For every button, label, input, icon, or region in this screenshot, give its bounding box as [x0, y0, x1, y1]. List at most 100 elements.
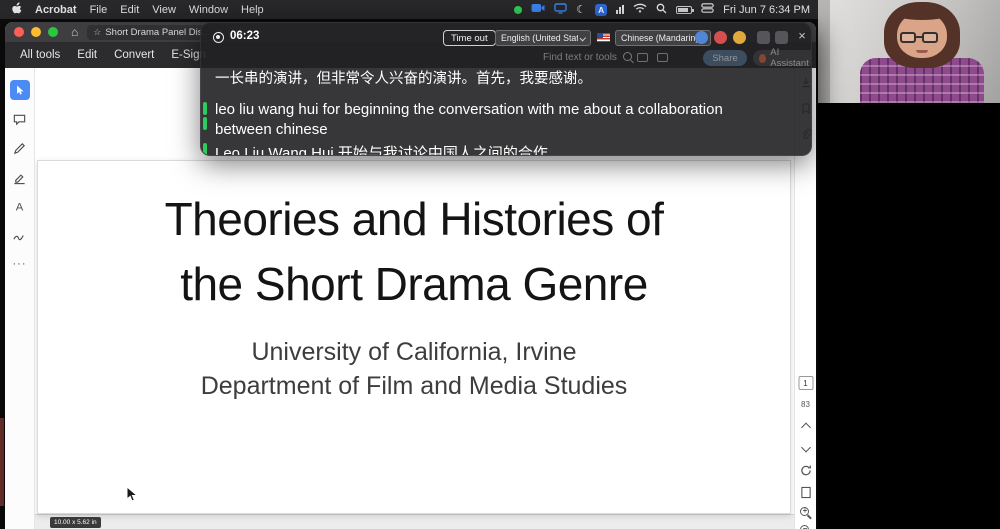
search-icon [623, 52, 634, 63]
language-flag-icon [597, 33, 610, 42]
participant-hair-fringe [893, 6, 951, 20]
wallpaper-edge [0, 418, 4, 506]
comment-icon [12, 112, 27, 127]
fit-page-icon [800, 486, 811, 499]
signature-icon [12, 228, 27, 243]
target-language-value: Chinese (Mandarin) [621, 33, 698, 43]
timer-icon [213, 32, 224, 43]
zoom-in-icon: + [799, 506, 813, 520]
caption-line-english: leo liu wang hui for beginning the conve… [215, 100, 777, 140]
document-tab-title: Short Drama Panel Dis... [105, 27, 210, 38]
menu-edit[interactable]: Edit [120, 4, 139, 16]
all-tools-button[interactable]: All tools [20, 49, 60, 61]
previous-page-button[interactable] [802, 424, 809, 431]
blue-circle-button[interactable] [695, 31, 708, 44]
home-icon[interactable]: ⌂ [71, 25, 78, 39]
star-icon[interactable]: ☆ [93, 27, 101, 38]
canvas-background [35, 514, 794, 529]
glasses-icon [922, 32, 938, 43]
menu-file[interactable]: File [90, 4, 108, 16]
slide-subtitle-line1: University of California, Irvine [38, 335, 790, 369]
glasses-icon [900, 32, 916, 43]
input-source-icon[interactable]: A [595, 4, 607, 16]
ellipsis-icon: ··· [13, 258, 27, 270]
zoom-out-button[interactable]: − [799, 524, 813, 529]
control-center-icon[interactable] [701, 3, 714, 16]
speaking-indicator-bar [203, 143, 207, 156]
comment-tool-button[interactable] [10, 109, 30, 129]
translation-overlay[interactable]: 06:23 Time out English (United Stat Chin… [200, 22, 812, 156]
stats-icon[interactable] [616, 5, 624, 14]
share-button[interactable]: Share [703, 50, 747, 66]
sign-tool-button[interactable] [10, 225, 30, 245]
draw-tool-button[interactable] [10, 138, 30, 158]
pencil-icon [12, 141, 27, 156]
close-window-button[interactable] [14, 27, 24, 37]
current-page-input[interactable] [798, 376, 813, 390]
time-out-button[interactable]: Time out [443, 30, 496, 46]
settings-button[interactable] [775, 31, 788, 44]
search-placeholder: Find text or tools [543, 52, 617, 63]
overlay-close-button[interactable]: × [794, 28, 810, 43]
mouse-cursor [126, 486, 140, 508]
more-tools-button[interactable]: ··· [10, 254, 30, 274]
pointer-icon [13, 84, 26, 97]
convert-button[interactable]: Convert [114, 49, 154, 61]
focus-moon-icon[interactable]: ☾ [576, 3, 586, 16]
highlighter-icon [12, 170, 27, 185]
zoom-out-icon: − [799, 524, 813, 529]
speaking-indicator-bar [203, 117, 207, 130]
source-language-dropdown[interactable]: English (United Stat [495, 30, 591, 46]
caption-line-chinese-2: Leo Liu Wang Hui 开始与我讨论中国人之间的合作 [215, 142, 548, 156]
zoom-screen-share-view: Acrobat File Edit View Window Help ☾ A [0, 0, 1000, 529]
camera-icon[interactable] [531, 3, 545, 16]
ai-assistant-button[interactable]: AI Assistant [753, 50, 812, 66]
refresh-icon [799, 464, 812, 477]
text-icon: A [12, 199, 27, 214]
menu-help[interactable]: Help [241, 4, 264, 16]
red-circle-button[interactable] [714, 31, 727, 44]
yellow-circle-button[interactable] [733, 31, 746, 44]
menu-view[interactable]: View [152, 4, 176, 16]
macos-menu-bar: Acrobat File Edit View Window Help ☾ A [0, 0, 818, 19]
add-text-tool-button[interactable]: A [10, 196, 30, 216]
rotate-page-button[interactable] [799, 464, 812, 477]
share-label: Share [712, 53, 737, 64]
edit-button[interactable]: Edit [77, 49, 97, 61]
total-pages-label: 83 [801, 400, 810, 409]
menu-window[interactable]: Window [189, 4, 228, 16]
battery-icon[interactable] [676, 6, 692, 14]
display-icon[interactable] [554, 3, 567, 17]
video-shadow [818, 0, 830, 103]
ai-assistant-label: AI Assistant [770, 47, 810, 69]
active-app-name[interactable]: Acrobat [35, 4, 77, 16]
zoom-window-button[interactable] [48, 27, 58, 37]
pdf-page[interactable]: Theories and Histories of the Short Dram… [37, 160, 791, 514]
ai-assistant-icon [759, 54, 766, 63]
keyboard-button[interactable] [757, 31, 770, 44]
toolbar-behind-overlay: Find text or tools Share AI Assistant [201, 50, 811, 68]
menu-bar-clock[interactable]: Fri Jun 7 6:34 PM [723, 4, 810, 16]
zoom-in-button[interactable]: + [799, 506, 813, 520]
select-tool-button[interactable] [10, 80, 30, 100]
session-timer: 06:23 [230, 30, 259, 42]
participant-video[interactable] [818, 0, 1000, 103]
minimize-window-button[interactable] [31, 27, 41, 37]
apple-menu-icon[interactable] [11, 2, 22, 18]
slide-title-line1: Theories and Histories of [38, 187, 790, 252]
source-language-value: English (United Stat [501, 33, 578, 43]
wifi-icon[interactable] [633, 3, 647, 16]
search-icon[interactable] [656, 3, 667, 17]
download-icon[interactable] [657, 53, 668, 62]
print-icon[interactable] [637, 53, 648, 62]
slide-subtitle-line2: Department of Film and Media Studies [38, 369, 790, 403]
next-page-button[interactable] [802, 444, 809, 451]
chevron-down-icon [580, 35, 586, 41]
fit-page-button[interactable] [800, 486, 811, 499]
glasses-bridge [915, 36, 923, 38]
left-tool-rail: A ··· [5, 68, 35, 529]
page-size-badge: 10.00 x 5.62 in [50, 517, 101, 528]
recording-dot-icon[interactable] [514, 6, 522, 14]
highlight-tool-button[interactable] [10, 167, 30, 187]
find-tools-search[interactable]: Find text or tools [543, 52, 634, 63]
